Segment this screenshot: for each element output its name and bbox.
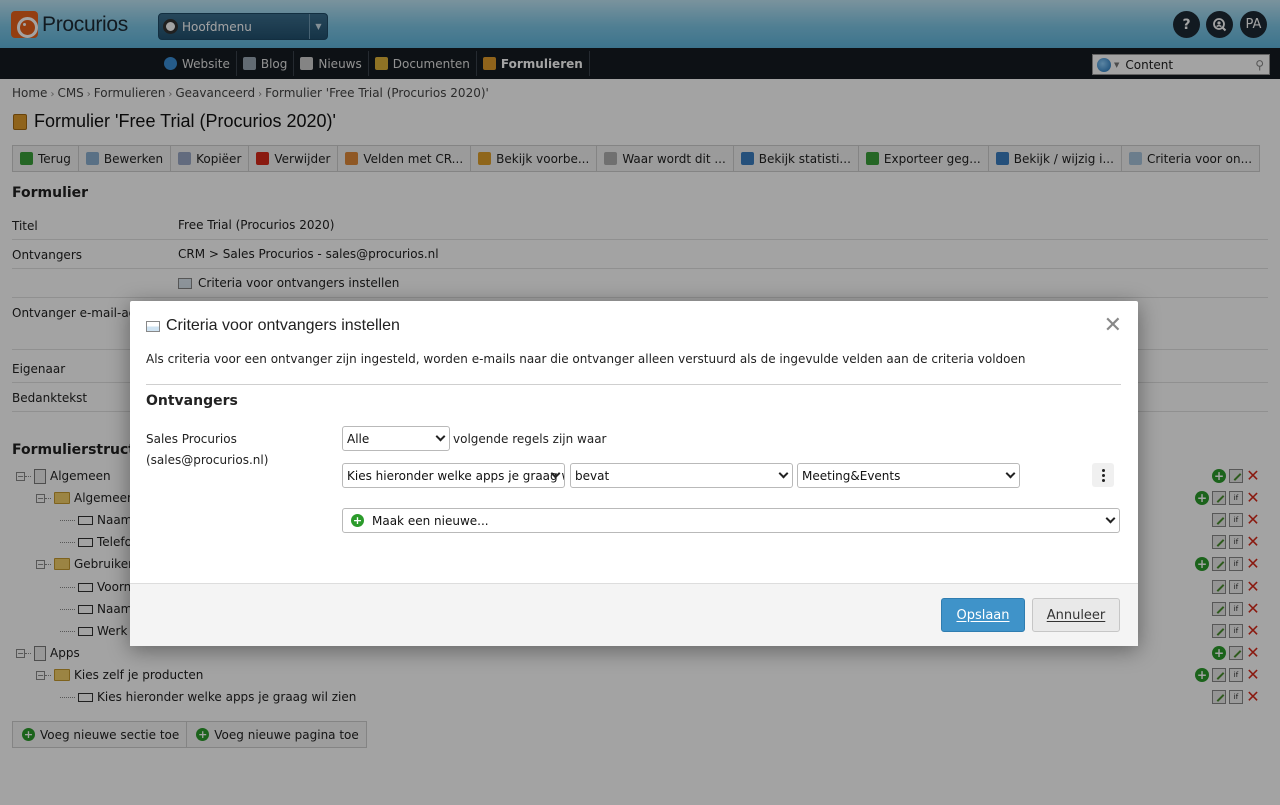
rule-field-select[interactable]: Kies hieronder welke apps je graag wil z…	[342, 463, 565, 488]
add-icon: +	[351, 514, 364, 527]
add-rule-label: Maak een nieuwe...	[372, 513, 489, 528]
rule-field-value: Kies hieronder welke apps je graag wil z…	[347, 468, 564, 483]
criteria-icon	[146, 320, 160, 332]
chevron-down-icon	[1105, 513, 1116, 524]
chevron-down-icon	[778, 468, 789, 479]
dialog-title: Criteria voor ontvangers instellen	[146, 317, 400, 335]
dialog-description: Als criteria voor een ontvanger zijn ing…	[146, 352, 1026, 366]
add-rule-select[interactable]: + Maak een nieuwe...	[342, 508, 1120, 533]
dialog-title-text: Criteria voor ontvangers instellen	[166, 317, 400, 334]
recipient-info: Sales Procurios (sales@procurios.nl)	[146, 429, 268, 471]
match-mode-value: Alle	[347, 431, 370, 446]
save-button[interactable]: Opslaan	[941, 598, 1025, 632]
recipients-heading: Ontvangers	[146, 393, 238, 409]
dialog-footer: Opslaan Annuleer	[130, 583, 1138, 646]
rule-value-select[interactable]: Meeting&Events	[797, 463, 1020, 488]
recipient-email: (sales@procurios.nl)	[146, 453, 269, 467]
match-suffix: volgende regels zijn waar	[453, 432, 607, 446]
divider	[146, 384, 1121, 385]
chevron-down-icon	[1005, 468, 1016, 479]
rule-operator-value: bevat	[575, 468, 610, 483]
close-icon[interactable]: ✕	[1104, 315, 1122, 337]
rule-operator-select[interactable]: bevat	[570, 463, 793, 488]
rule-value-value: Meeting&Events	[802, 468, 901, 483]
chevron-down-icon	[435, 431, 446, 442]
cancel-button[interactable]: Annuleer	[1032, 598, 1120, 632]
match-mode-select[interactable]: Alle	[342, 426, 450, 451]
recipient-name: Sales Procurios	[146, 432, 237, 446]
rule-options-icon[interactable]	[1092, 463, 1114, 487]
criteria-dialog: Criteria voor ontvangers instellen ✕ Als…	[130, 301, 1138, 646]
